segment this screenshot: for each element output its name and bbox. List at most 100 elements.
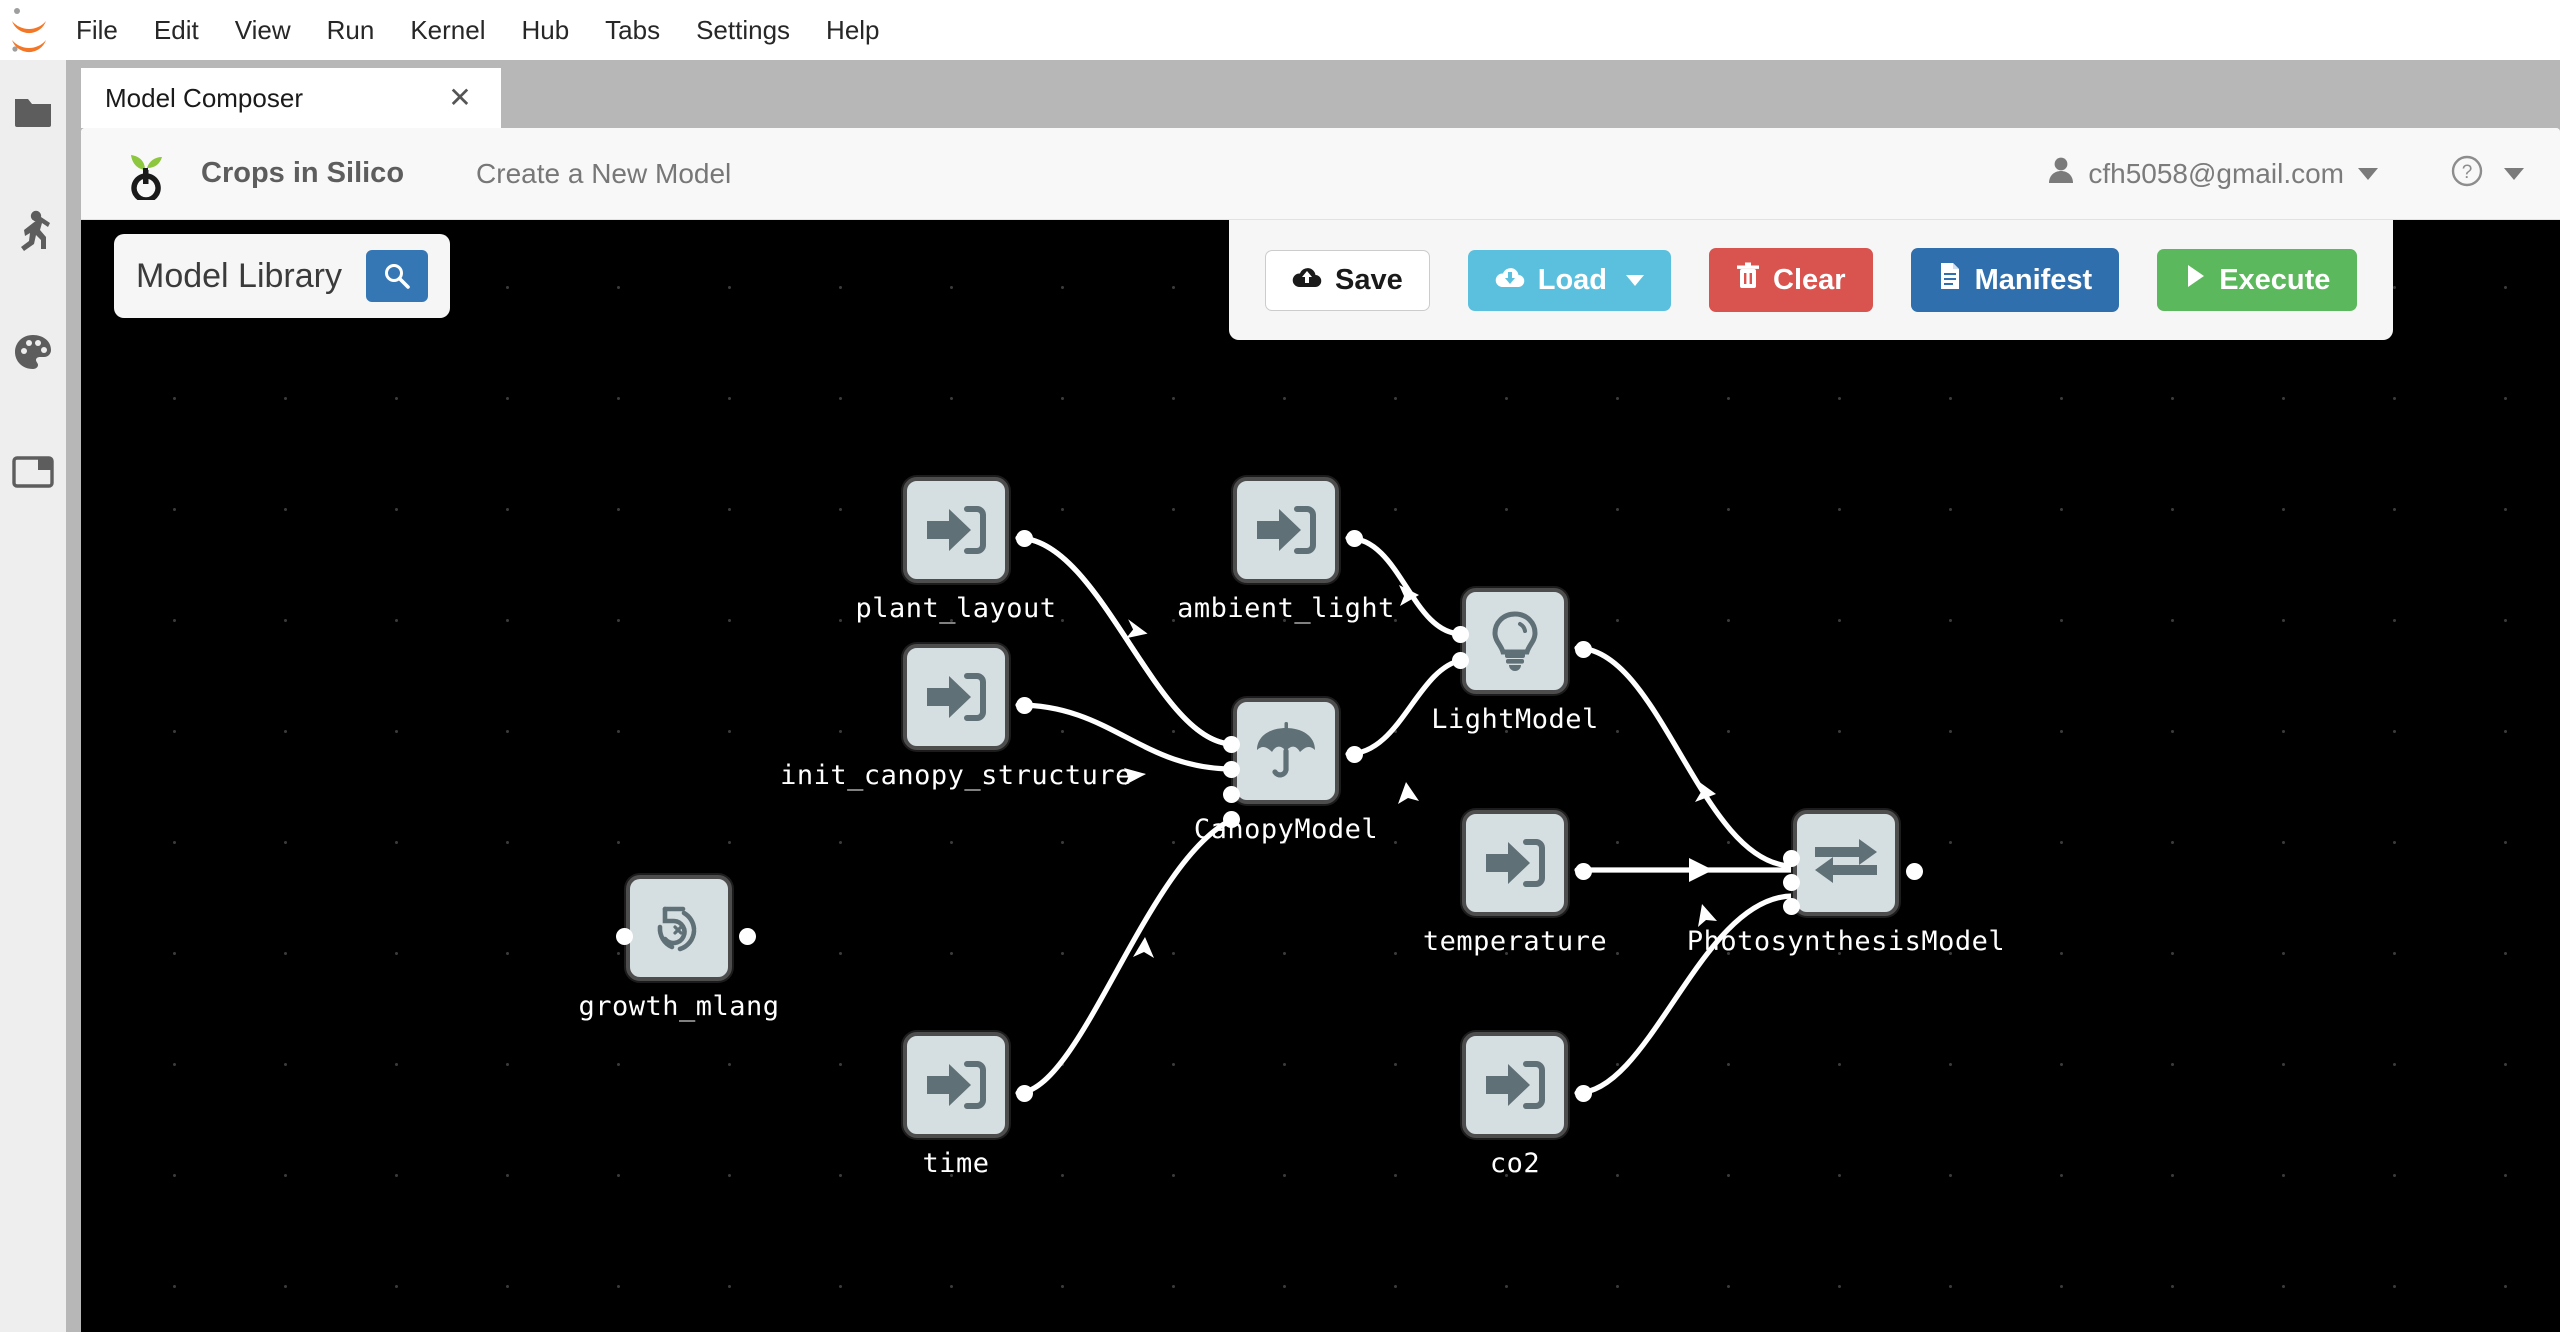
node-box[interactable] <box>1462 1032 1568 1138</box>
document-icon <box>1938 262 1962 298</box>
node-label: time <box>922 1148 990 1179</box>
node-box[interactable] <box>1233 477 1339 583</box>
tab-strip: Model Composer ✕ <box>66 60 2560 128</box>
input-port[interactable] <box>1783 874 1800 891</box>
input-port[interactable] <box>1223 736 1240 753</box>
node-plant_layout[interactable]: plant_layout <box>855 477 1056 624</box>
menu-view[interactable]: View <box>217 11 309 50</box>
input-port[interactable] <box>1223 761 1240 778</box>
menu-kernel[interactable]: Kernel <box>392 11 503 50</box>
node-label: CanopyModel <box>1193 814 1379 845</box>
tab-outline-icon[interactable] <box>9 448 57 496</box>
graph-canvas[interactable]: Model Library Save Load Clear Manifest E… <box>81 220 2560 1332</box>
input-port[interactable] <box>1452 652 1469 669</box>
import-arrow-icon <box>1486 839 1545 887</box>
palette-icon[interactable] <box>9 328 57 376</box>
tab-label: Model Composer <box>105 82 303 113</box>
menu-help[interactable]: Help <box>808 11 897 50</box>
model-library-title: Model Library <box>136 256 342 295</box>
import-arrow-icon <box>1257 506 1316 554</box>
output-port[interactable] <box>739 928 756 945</box>
sprout-power-icon <box>117 145 175 203</box>
output-port[interactable] <box>1016 697 1033 714</box>
output-port[interactable] <box>1346 746 1363 763</box>
node-box[interactable] <box>626 875 732 981</box>
node-init_canopy_structure[interactable]: init_canopy_structure <box>780 644 1131 791</box>
help-menu[interactable]: ? <box>2398 154 2524 193</box>
header-right: cfh5058@gmail.com ? <box>2048 154 2524 193</box>
node-box[interactable] <box>1793 810 1899 916</box>
input-port[interactable] <box>1223 786 1240 803</box>
input-port[interactable] <box>616 928 633 945</box>
input-port[interactable] <box>1783 898 1800 915</box>
input-port[interactable] <box>1783 850 1800 867</box>
menu-run[interactable]: Run <box>309 11 393 50</box>
node-CanopyModel[interactable]: CanopyModel <box>1194 698 1378 845</box>
jupyter-menubar: File Edit View Run Kernel Hub Tabs Setti… <box>0 0 2560 60</box>
search-icon[interactable] <box>365 250 428 302</box>
output-port[interactable] <box>1016 530 1033 547</box>
node-box[interactable] <box>1462 810 1568 916</box>
node-PhotosynthesisModel[interactable]: PhotosynthesisModel <box>1687 810 2005 957</box>
model-library-panel[interactable]: Model Library <box>114 234 450 318</box>
node-temperature[interactable]: temperature <box>1423 810 1607 957</box>
output-port[interactable] <box>1575 641 1592 658</box>
node-co2[interactable]: co2 <box>1462 1032 1592 1179</box>
node-label: PhotosynthesisModel <box>1686 926 2006 957</box>
node-time[interactable]: time <box>903 1032 1033 1179</box>
cloud-download-icon <box>1495 264 1525 297</box>
output-port[interactable] <box>1575 1085 1592 1102</box>
node-label: temperature <box>1422 926 1608 957</box>
running-person-icon[interactable] <box>9 208 57 256</box>
output-port[interactable] <box>1346 530 1363 547</box>
import-arrow-icon <box>927 1061 986 1109</box>
brand-name[interactable]: Crops in Silico <box>201 157 404 190</box>
menu-file[interactable]: File <box>58 11 136 50</box>
model-composer-app: Crops in Silico Create a New Model cfh50… <box>81 128 2560 1332</box>
node-box[interactable] <box>1462 588 1568 694</box>
folder-icon[interactable] <box>9 88 57 136</box>
app-header: Crops in Silico Create a New Model cfh50… <box>81 128 2560 220</box>
tab-model-composer[interactable]: Model Composer ✕ <box>81 68 501 128</box>
cloud-upload-icon <box>1292 264 1322 297</box>
menu-settings[interactable]: Settings <box>678 11 808 50</box>
manifest-button[interactable]: Manifest <box>1910 248 2120 312</box>
execute-button[interactable]: Execute <box>2157 249 2358 311</box>
load-button[interactable]: Load <box>1467 249 1672 311</box>
node-label: growth_mlang <box>578 991 780 1022</box>
node-ambient_light[interactable]: ambient_light <box>1177 477 1394 624</box>
save-button[interactable]: Save <box>1265 249 1430 311</box>
node-growth_mlang[interactable]: growth_mlang <box>578 875 779 1022</box>
menu-hub[interactable]: Hub <box>503 11 587 50</box>
nav-create-new-model[interactable]: Create a New Model <box>476 158 731 190</box>
input-port[interactable] <box>1452 626 1469 643</box>
close-icon[interactable]: ✕ <box>443 81 477 115</box>
node-label: ambient_light <box>1177 593 1395 624</box>
execute-label: Execute <box>2219 263 2331 296</box>
umbrella-icon <box>1257 722 1315 778</box>
node-box[interactable] <box>1233 698 1339 804</box>
import-arrow-icon <box>927 673 986 721</box>
input-port[interactable] <box>1223 811 1240 828</box>
svg-text:?: ? <box>2462 162 2473 183</box>
composer-toolbar: Save Load Clear Manifest Execute <box>1229 220 2394 340</box>
jupyter-logo-icon[interactable] <box>0 0 58 60</box>
node-LightModel[interactable]: LightModel <box>1431 588 1598 735</box>
caret-down-icon <box>1626 274 1645 286</box>
menu-tabs[interactable]: Tabs <box>587 11 678 50</box>
question-circle-icon: ? <box>2450 154 2484 193</box>
import-arrow-icon <box>1486 1061 1545 1109</box>
node-label: co2 <box>1489 1148 1541 1179</box>
node-box[interactable] <box>903 1032 1009 1138</box>
output-port[interactable] <box>1906 863 1923 880</box>
node-box[interactable] <box>903 644 1009 750</box>
output-port[interactable] <box>1016 1085 1033 1102</box>
caret-down-icon <box>2358 167 2378 180</box>
menu-edit[interactable]: Edit <box>136 11 217 50</box>
node-box[interactable] <box>903 477 1009 583</box>
clear-button[interactable]: Clear <box>1709 248 1873 312</box>
load-label: Load <box>1537 263 1608 296</box>
output-port[interactable] <box>1575 863 1592 880</box>
node-label: LightModel <box>1431 704 1599 735</box>
user-menu[interactable]: cfh5058@gmail.com <box>2048 156 2398 191</box>
